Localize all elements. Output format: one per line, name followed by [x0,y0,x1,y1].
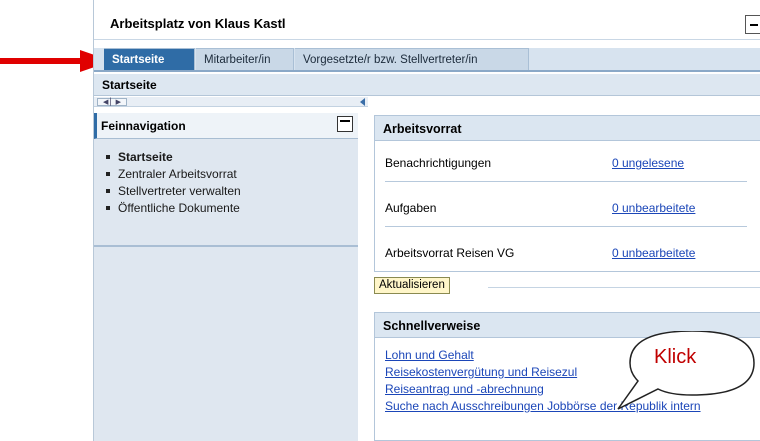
collapse-icon[interactable] [337,116,353,132]
quicklinks-title: Schnellverweise [383,319,481,333]
paging-arrows-icon[interactable]: ◀ ▏▶ [97,98,127,106]
worklist-header: Arbeitsvorrat [375,116,760,141]
tab-startseite[interactable]: Startseite [104,48,195,70]
tab-bar: Startseite Mitarbeiter/in Vorgesetzte/r … [94,48,760,72]
nav-title: Feinnavigation [101,119,186,133]
nav-item-startseite[interactable]: Startseite [100,149,241,166]
divider [488,287,760,288]
nav-item-zentraler-arbeitsvorrat[interactable]: Zentraler Arbeitsvorrat [100,166,241,183]
travel-worklist-link[interactable]: 0 unbearbeitete [612,246,695,260]
row-label: Benachrichtigungen [385,156,492,170]
nav-header: Feinnavigation [94,113,358,139]
worklist-row: Benachrichtigungen 0 ungelesene [375,142,760,182]
row-divider [385,181,747,182]
bullet-icon [106,154,110,159]
page-title: Startseite [102,78,157,92]
bullet-icon [106,188,110,193]
refresh-button[interactable]: Aktualisieren [374,277,450,294]
callout-text: Klick [654,346,697,368]
worklist-row: Arbeitsvorrat Reisen VG 0 unbearbeitete [375,232,760,272]
bullet-icon [106,171,110,176]
nav-item-dokumente[interactable]: Öffentliche Dokumente [100,200,241,217]
worklist-title: Arbeitsvorrat [383,122,462,136]
detailed-navigation: Feinnavigation Startseite Zentraler Arbe… [94,113,358,441]
title-bar: Arbeitsplatz von Klaus Kastl [94,8,760,40]
nav-list: Startseite Zentraler Arbeitsvorrat Stell… [100,149,241,217]
bullet-icon [106,205,110,210]
worklist-panel: Arbeitsvorrat Benachrichtigungen 0 ungel… [374,115,760,272]
row-divider [385,226,747,227]
callout-bubble [617,331,755,410]
window-title: Arbeitsplatz von Klaus Kastl [110,16,286,31]
row-label: Aufgaben [385,201,437,215]
tab-vorgesetzte[interactable]: Vorgesetzte/r bzw. Stellvertreter/in [295,48,529,70]
minimize-icon[interactable] [745,15,760,34]
worklist-row: Aufgaben 0 unbearbeitete [375,187,760,227]
notifications-link[interactable]: 0 ungelesene [612,156,684,170]
page-header: Startseite [94,74,760,96]
tasks-link[interactable]: 0 unbearbeitete [612,201,695,215]
tab-mitarbeiter[interactable]: Mitarbeiter/in [196,48,294,70]
row-label: Arbeitsvorrat Reisen VG [385,246,515,260]
nav-item-stellvertreter[interactable]: Stellvertreter verwalten [100,183,241,200]
collapse-left-icon[interactable] [360,98,365,106]
nav-divider [94,245,358,247]
splitter-bar[interactable]: ◀ ▏▶ [94,97,368,107]
